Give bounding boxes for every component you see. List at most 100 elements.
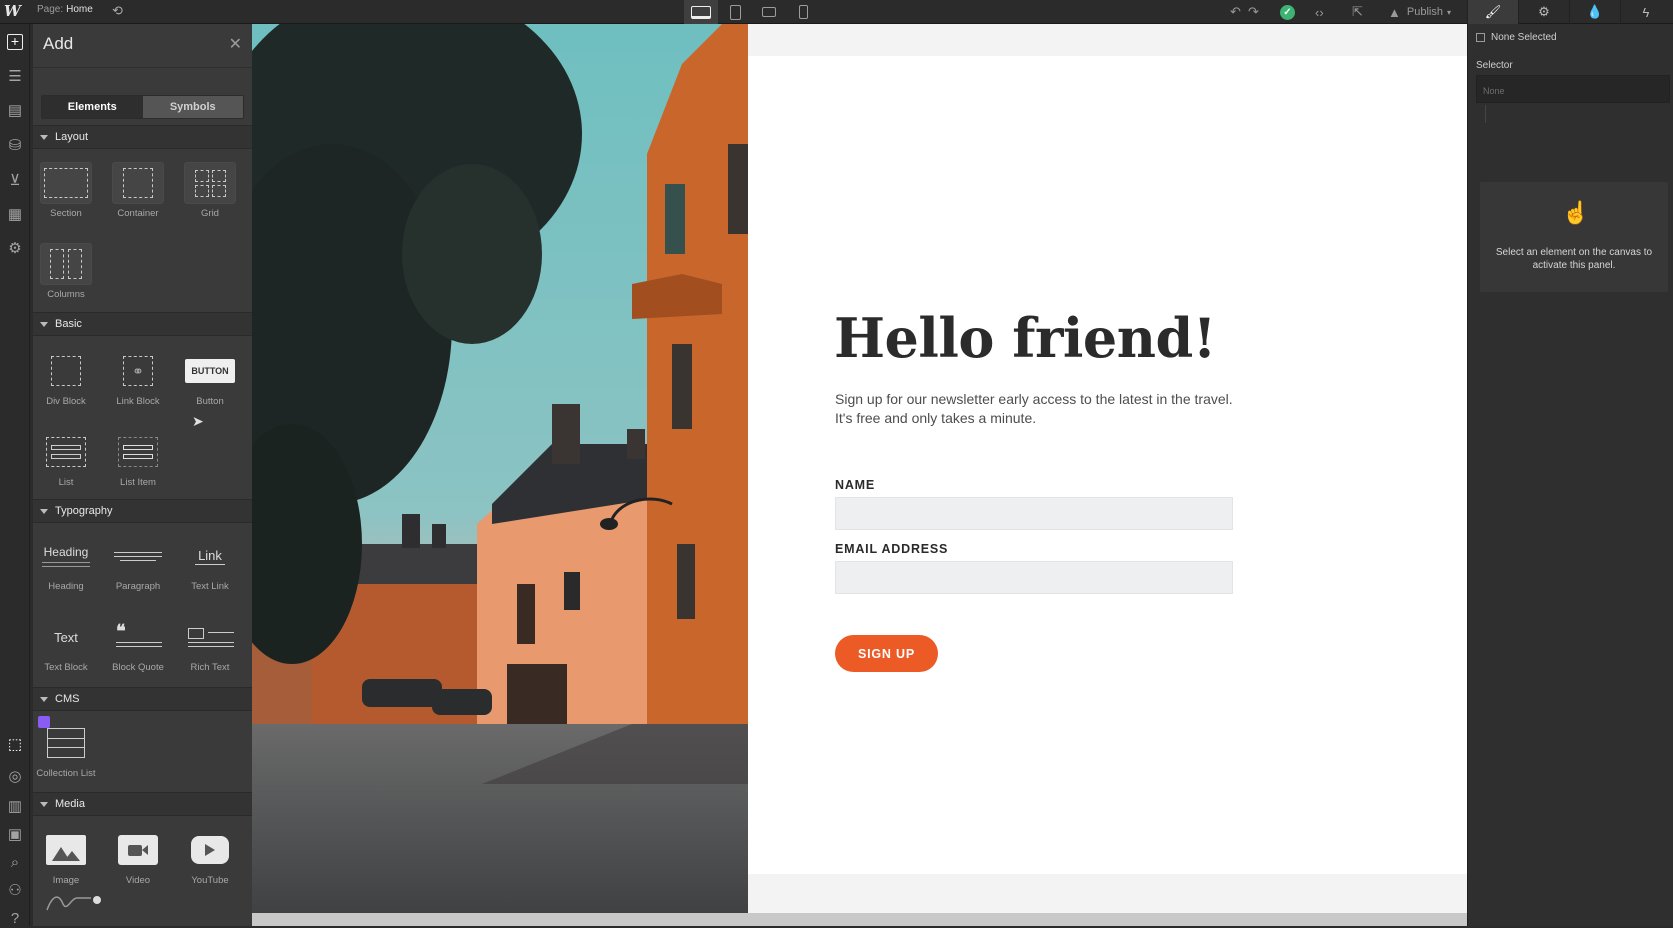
element-div-block[interactable]: Div Block: [36, 350, 96, 407]
selection-checkbox-icon: [1476, 33, 1485, 42]
tab-symbols[interactable]: Symbols: [142, 96, 243, 118]
text-block-icon: Text: [40, 616, 92, 658]
canvas-horizontal-scrollbar[interactable]: [252, 913, 1467, 926]
element-block-quote[interactable]: ❝ Block Quote: [108, 616, 168, 674]
street-photo-illustration: [252, 24, 748, 913]
section-header-media[interactable]: Media: [33, 792, 252, 816]
container-icon: [112, 162, 164, 204]
none-selected-label: None Selected: [1491, 32, 1557, 43]
add-panel-tabs: Elements Symbols: [41, 95, 244, 119]
redo-icon[interactable]: ↷: [1248, 0, 1259, 24]
guides-icon[interactable]: ▥: [5, 796, 25, 816]
page-label: Page:: [37, 4, 64, 15]
grid-icon: [184, 162, 236, 204]
element-paragraph[interactable]: Paragraph: [108, 535, 168, 592]
section-title: Typography: [55, 505, 113, 517]
list-icon: [40, 431, 92, 473]
element-grid[interactable]: Grid: [180, 162, 240, 219]
collaborators-icon[interactable]: ⚇: [5, 880, 25, 900]
link-block-icon: ⚭: [112, 350, 164, 392]
page-selector[interactable]: Page: Home: [37, 4, 93, 15]
element-label: YouTube: [191, 875, 229, 886]
caret-down-icon: [40, 801, 48, 807]
tab-elements[interactable]: Elements: [42, 96, 143, 118]
publish-button[interactable]: ▲ Publish ▾: [1388, 0, 1451, 24]
element-label: Button: [196, 396, 224, 407]
text-thumb-text: Text: [54, 629, 78, 645]
element-columns[interactable]: Columns: [36, 243, 96, 300]
section-header-cms[interactable]: CMS: [33, 687, 252, 711]
desktop-breakpoint-icon[interactable]: [684, 0, 718, 24]
add-panel-header: Add ✕: [33, 24, 252, 68]
close-icon[interactable]: ✕: [229, 34, 242, 54]
element-youtube[interactable]: YouTube: [180, 829, 240, 886]
mobile-portrait-breakpoint-icon[interactable]: [786, 0, 820, 24]
element-label: List Item: [120, 477, 156, 488]
code-icon[interactable]: ‹›: [1315, 0, 1324, 24]
help-icon[interactable]: ?: [5, 908, 25, 928]
element-text-link[interactable]: Link Text Link: [180, 535, 240, 593]
preview-eye-icon[interactable]: ◎: [5, 766, 25, 786]
undo-icon[interactable]: ↶: [1230, 0, 1241, 24]
audit-icon[interactable]: ▣: [5, 824, 25, 844]
navigator-icon[interactable]: ☰: [5, 66, 25, 86]
element-video[interactable]: Video: [108, 829, 168, 886]
select-element-icon[interactable]: ⬚: [5, 734, 25, 754]
style-manager-drops-icon[interactable]: 💧: [1569, 0, 1620, 24]
add-panel-plus-icon[interactable]: +: [5, 32, 25, 52]
cms-database-icon[interactable]: ⛁: [5, 135, 25, 155]
settings-gear-icon[interactable]: ⚙: [1518, 0, 1569, 24]
heading-icon: Heading: [40, 535, 92, 577]
caret-down-icon: [40, 134, 48, 140]
section-title: Media: [55, 798, 85, 810]
rich-text-icon: [184, 616, 236, 658]
email-field-label[interactable]: EMAIL ADDRESS: [835, 542, 948, 556]
page-refresh-icon[interactable]: ⟲: [112, 3, 123, 19]
designer-canvas[interactable]: Hello friend! Sign up for our newsletter…: [252, 24, 1467, 926]
name-field-label[interactable]: NAME: [835, 478, 875, 492]
pages-icon[interactable]: ▤: [5, 100, 25, 120]
top-bar: W Page: Home ⟲ ↶ ↷ ✓ ‹› ⇱ ▲ Publish ▾ 🖌 ⚙ 💧…: [0, 0, 1673, 24]
hero-subtitle[interactable]: Sign up for our newsletter early access …: [835, 390, 1235, 428]
element-button[interactable]: BUTTON Button: [180, 350, 240, 407]
caret-down-icon: [40, 508, 48, 514]
mobile-landscape-breakpoint-icon[interactable]: [752, 0, 786, 24]
element-image[interactable]: Image: [36, 829, 96, 886]
section-header-basic[interactable]: Basic: [33, 312, 252, 336]
publish-icon: ▲: [1388, 4, 1401, 20]
state-divider: [1476, 105, 1486, 123]
email-field[interactable]: [835, 561, 1233, 594]
style-panel-brush-icon[interactable]: 🖌: [1467, 0, 1518, 24]
element-section[interactable]: Section: [36, 162, 96, 219]
element-label: Container: [117, 208, 159, 219]
element-list[interactable]: List: [36, 431, 96, 488]
hero-photo[interactable]: [252, 24, 748, 913]
element-text-block[interactable]: Text Text Block: [36, 616, 96, 674]
assets-images-icon[interactable]: ▦: [5, 204, 25, 224]
export-icon[interactable]: ⇱: [1352, 0, 1363, 24]
element-link-block[interactable]: ⚭ Link Block: [108, 350, 168, 407]
element-label: Paragraph: [115, 581, 161, 592]
search-icon[interactable]: ⌕: [5, 852, 25, 872]
settings-gear-icon[interactable]: ⚙: [5, 238, 25, 258]
tablet-breakpoint-icon[interactable]: [718, 0, 752, 24]
element-rich-text[interactable]: Rich Text: [180, 616, 240, 673]
webflow-logo[interactable]: W: [4, 2, 24, 22]
element-container[interactable]: Container: [108, 162, 168, 219]
element-heading[interactable]: Heading Heading: [36, 535, 96, 592]
element-label: Link Block: [116, 396, 160, 407]
element-list-item[interactable]: List Item: [108, 431, 168, 488]
section-header-layout[interactable]: Layout: [33, 125, 252, 149]
name-field[interactable]: [835, 497, 1233, 530]
element-collection-list[interactable]: Collection List: [36, 722, 96, 779]
button-icon: BUTTON: [184, 350, 236, 392]
page-body[interactable]: Hello friend! Sign up for our newsletter…: [748, 24, 1467, 913]
signup-button[interactable]: SIGN UP: [835, 635, 938, 672]
interactions-bolt-icon[interactable]: ϟ: [1620, 0, 1671, 24]
section-header-typography[interactable]: Typography: [33, 499, 252, 523]
selector-input[interactable]: None: [1476, 75, 1670, 103]
hero-heading[interactable]: Hello friend!: [834, 306, 1217, 370]
button-thumb-text: BUTTON: [185, 359, 235, 383]
ecommerce-cart-icon[interactable]: ⊻: [5, 170, 25, 190]
signup-section[interactable]: Hello friend! Sign up for our newsletter…: [748, 56, 1467, 874]
